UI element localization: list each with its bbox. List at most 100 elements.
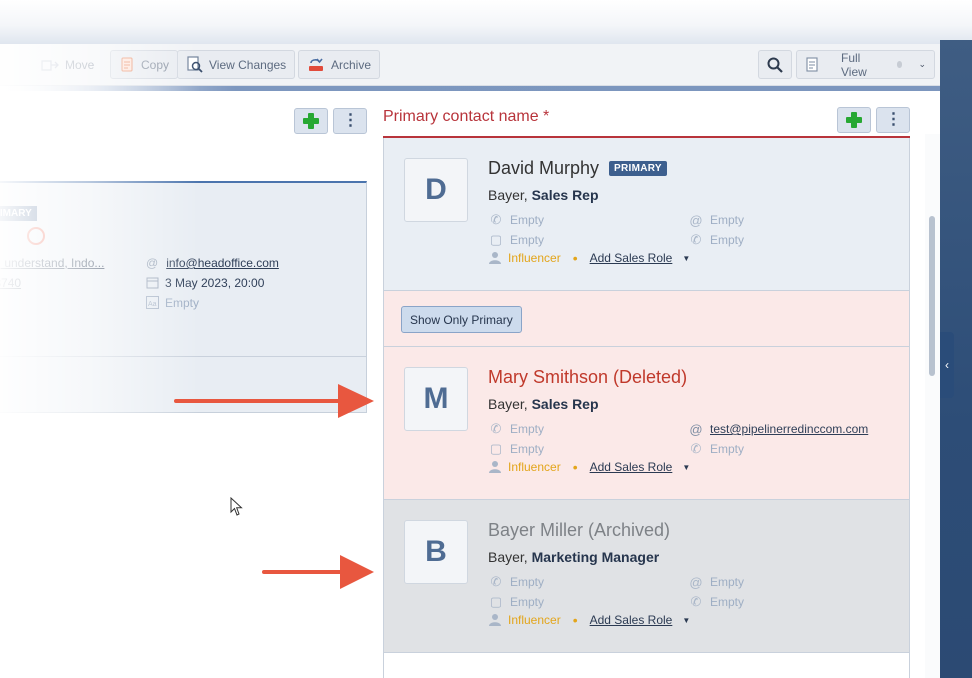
role-separator: • (572, 612, 578, 628)
calendar-icon (146, 277, 159, 289)
contact-name[interactable]: Mary Smithson (Deleted) (488, 367, 687, 388)
copy-button[interactable]: Copy (110, 50, 179, 79)
email-field: @ test@pipelinerredinccom.com (688, 421, 868, 437)
phone-field: ✆ Empty (488, 574, 544, 590)
phone-link[interactable]: 928740 (0, 276, 21, 290)
mobile-icon: ✆ (690, 232, 702, 247)
phone-icon: ✆ (490, 212, 502, 227)
phone-icon: ✆ (490, 574, 502, 589)
screenshot-stage: ‹ Move Copy View Changes Archive Full Vi… (0, 0, 972, 678)
person-icon (489, 252, 501, 264)
show-primary-band: Show Only Primary (384, 291, 909, 347)
copy-icon (121, 57, 133, 71)
contact-card-archived[interactable]: B Bayer Miller (Archived) Bayer, Marketi… (384, 500, 909, 653)
text-field: ▢ Empty (489, 594, 545, 609)
text-field-icon: Aa (146, 296, 159, 309)
role-separator: • (572, 459, 578, 475)
document-icon (806, 56, 818, 72)
plus-icon (846, 112, 862, 128)
plus-icon (303, 113, 319, 129)
sales-role-row: Influencer • Add Sales Role ▼ (488, 250, 690, 266)
add-sales-role-link[interactable]: Add Sales Role (590, 613, 673, 627)
view-changes-button[interactable]: View Changes (177, 50, 296, 79)
sales-role-row: Influencer • Add Sales Role ▼ (488, 459, 690, 475)
account-date-field: 3 May 2023, 20:00 (146, 276, 264, 290)
chevron-down-icon: ⌄ (918, 59, 926, 69)
mobile-field: ✆ Empty (688, 232, 744, 248)
text-field-icon: ▢ (489, 232, 503, 247)
add-sales-role-link[interactable]: Add Sales Role (590, 460, 673, 474)
svg-text:Aa: Aa (148, 301, 157, 308)
sales-role-row: Influencer • Add Sales Role ▼ (488, 612, 690, 628)
phone-field: ✆ Empty (488, 212, 544, 228)
caret-down-icon[interactable]: ▼ (682, 254, 690, 263)
text-field: ▢ Empty (489, 232, 545, 247)
mobile-icon: ✆ (690, 441, 702, 456)
move-label: Move (65, 57, 95, 72)
right-more-button[interactable]: ⋮ (876, 107, 910, 133)
right-add-button[interactable] (837, 107, 871, 133)
person-icon (489, 461, 501, 473)
mouse-cursor-icon (230, 497, 243, 516)
scrollbar-thumb[interactable] (929, 216, 935, 376)
address-link[interactable]: Hill, understand, Indo... (0, 256, 104, 270)
left-more-button[interactable]: ⋮ (333, 108, 367, 134)
role-label: Influencer (508, 613, 561, 627)
contact-name[interactable]: David Murphy PRIMARY (488, 158, 667, 179)
contact-card-primary[interactable]: D David Murphy PRIMARY Bayer, Sales Rep ✆… (384, 138, 909, 291)
mobile-field: ✆ Empty (688, 594, 744, 610)
primary-contact-title: Primary contact name * (383, 108, 550, 125)
role-label: Influencer (508, 460, 561, 474)
contact-company-position: Bayer, Sales Rep (488, 396, 599, 412)
toolbar-cut-button[interactable] (0, 50, 14, 79)
arrow-to-archived-contact (262, 555, 374, 589)
phone-field: ✆ Empty (488, 421, 544, 437)
contact-list: D David Murphy PRIMARY Bayer, Sales Rep ✆… (383, 138, 910, 678)
status-dot (896, 61, 903, 68)
contact-card-deleted[interactable]: M Mary Smithson (Deleted) Bayer, Sales R… (384, 347, 909, 500)
person-icon (489, 614, 501, 626)
show-only-primary-button[interactable]: Show Only Primary (401, 306, 522, 333)
account-card: PRIMARY Hill, understand, Indo... 928740… (0, 181, 367, 413)
at-icon: @ (146, 256, 159, 270)
add-sales-role-link[interactable]: Add Sales Role (590, 251, 673, 265)
archive-label: Archive (331, 57, 372, 72)
text-field: ▢ Empty (489, 441, 545, 456)
move-button[interactable]: Move (32, 50, 103, 79)
mobile-field: ✆ Empty (688, 441, 744, 457)
search-button[interactable] (758, 50, 792, 79)
archive-icon (309, 58, 323, 71)
record-detail-window: Move Copy View Changes Archive Full View (0, 44, 940, 678)
at-icon: @ (689, 421, 703, 437)
avatar: B (404, 520, 468, 584)
avatar: M (404, 367, 468, 431)
account-text-value: Empty (165, 296, 200, 310)
view-selector-label: Full View (841, 50, 867, 79)
copy-label: Copy (141, 57, 170, 72)
left-add-button[interactable] (294, 108, 328, 134)
at-icon: @ (689, 574, 703, 590)
primary-badge: PRIMARY (609, 161, 667, 176)
search-icon (767, 57, 783, 73)
role-separator: • (572, 250, 578, 266)
contact-email-link[interactable]: test@pipelinerredinccom.com (710, 422, 868, 436)
caret-down-icon[interactable]: ▼ (682, 463, 690, 472)
text-field-icon: ▢ (489, 441, 503, 456)
view-selector[interactable]: Full View ⌄ (796, 50, 935, 79)
account-email[interactable]: info@headoffice.com (166, 256, 279, 270)
card-divider (0, 356, 366, 357)
account-text-field: Aa Empty (146, 296, 199, 310)
account-date: 3 May 2023, 20:00 (165, 276, 265, 290)
contact-name[interactable]: Bayer Miller (Archived) (488, 520, 670, 541)
role-label: Influencer (508, 251, 561, 265)
primary-badge: PRIMARY (0, 206, 37, 221)
collapse-panel-tab[interactable]: ‹ (940, 332, 954, 398)
view-changes-icon (187, 56, 203, 73)
archive-button[interactable]: Archive (298, 50, 381, 79)
account-email-field: @ info@headoffice.com (146, 256, 279, 270)
text-field-icon: ▢ (489, 594, 503, 609)
social-icon[interactable] (27, 227, 45, 245)
caret-down-icon[interactable]: ▼ (682, 616, 690, 625)
move-icon (41, 59, 59, 71)
contact-company-position: Bayer, Marketing Manager (488, 549, 660, 565)
